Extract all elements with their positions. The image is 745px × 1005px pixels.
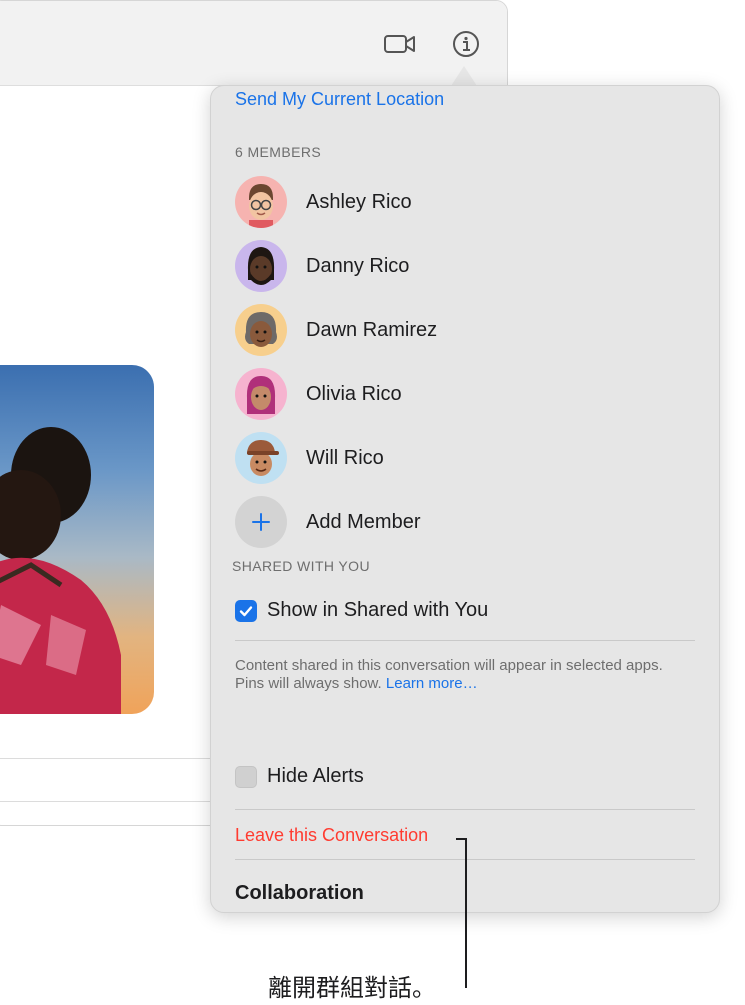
member-name: Ashley Rico [306, 190, 412, 213]
avatar [235, 240, 287, 292]
window-toolbar [0, 1, 507, 86]
add-member-label: Add Member [306, 510, 421, 533]
divider [235, 640, 695, 641]
leave-conversation-button[interactable]: Leave this Conversation [235, 825, 428, 846]
video-camera-icon[interactable] [383, 29, 417, 59]
show-in-shared-label: Show in Shared with You [267, 599, 489, 621]
show-in-shared-checkbox[interactable]: Show in Shared with You [235, 599, 488, 622]
member-name: Dawn Ramirez [306, 318, 438, 341]
checkmark-icon [235, 599, 257, 622]
avatar [235, 304, 287, 356]
avatar [235, 176, 287, 228]
member-row[interactable]: Olivia Rico [235, 368, 695, 420]
callout-caption: 離開群組對話。 [268, 975, 436, 1002]
checkbox-box [235, 765, 257, 788]
member-row[interactable]: Danny Rico [235, 240, 695, 292]
members-header: 6 MEMBERS [235, 144, 322, 160]
shared-with-you-header: SHARED WITH YOU [232, 558, 370, 574]
member-row[interactable]: Dawn Ramirez [235, 304, 695, 356]
send-location-link[interactable]: Send My Current Location [235, 89, 444, 110]
avatar [235, 368, 287, 420]
member-name: Danny Rico [306, 254, 410, 277]
plus-icon [235, 496, 287, 548]
member-row[interactable]: Will Rico [235, 432, 695, 484]
hide-alerts-checkbox[interactable]: Hide Alerts [235, 765, 364, 788]
member-name: Olivia Rico [306, 382, 402, 405]
member-name: Will Rico [306, 446, 384, 469]
popover-arrow [451, 66, 477, 86]
shared-note: Content shared in this conversation will… [235, 657, 695, 693]
collaboration-header: Collaboration [235, 882, 364, 904]
avatar [235, 432, 287, 484]
add-member-button[interactable]: Add Member [235, 496, 695, 548]
callout-line [465, 838, 467, 988]
shared-photo[interactable] [0, 365, 154, 714]
hide-alerts-label: Hide Alerts [267, 765, 364, 787]
divider [235, 809, 695, 810]
learn-more-link[interactable]: Learn more… [386, 675, 478, 692]
info-icon[interactable] [449, 29, 483, 59]
member-row[interactable]: Ashley Rico [235, 176, 695, 228]
